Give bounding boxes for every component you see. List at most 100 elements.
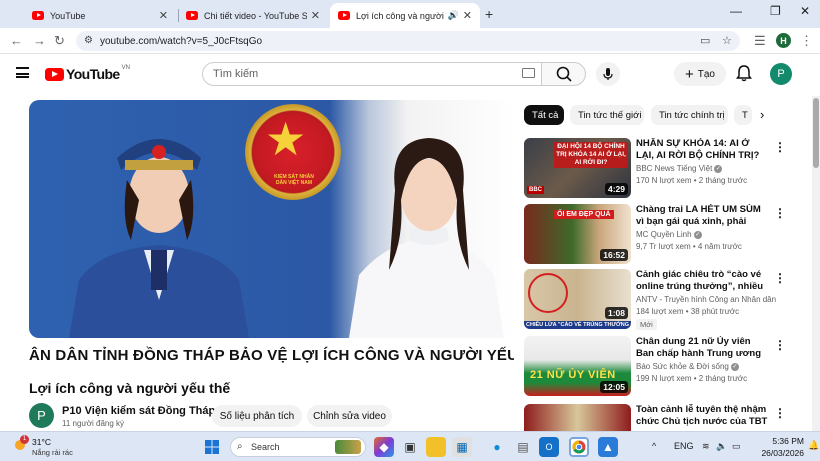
video-meta: 199 N lượt xem • 2 tháng trước bbox=[636, 374, 748, 383]
windows-taskbar: 1 31°C Nắng rải rác ⌕ Search ◆ ▣ ▦ ● ▤ O… bbox=[0, 431, 820, 461]
chip-world-news[interactable]: Tin tức thế giới bbox=[570, 105, 644, 125]
scrollbar-thumb[interactable] bbox=[813, 98, 819, 168]
close-tab-icon[interactable]: ✕ bbox=[463, 9, 472, 22]
browser-profile-avatar[interactable]: H bbox=[776, 33, 791, 48]
channel-name[interactable]: BBC News Tiếng Việt ✓ bbox=[636, 164, 776, 173]
browser-tab-studio[interactable]: Chi tiết video - YouTube Studio ✕ bbox=[178, 3, 328, 28]
upload-age: 38 phút trước bbox=[690, 307, 740, 316]
video-thumbnail[interactable]: 21 NỮ ỦY VIÊN 12:05 bbox=[524, 336, 631, 396]
minimize-icon[interactable]: — bbox=[730, 4, 742, 18]
search-input[interactable]: Tìm kiếm bbox=[202, 62, 542, 86]
search-highlight-image bbox=[335, 440, 361, 454]
channel-name[interactable]: P10 Viện kiểm sát Đồng Tháp bbox=[62, 405, 215, 417]
recommended-video[interactable]: 21 NỮ ỦY VIÊN 12:05 Chân dung 21 nữ Ủy v… bbox=[524, 336, 786, 400]
forward-icon[interactable]: → bbox=[33, 33, 46, 48]
video-title: Chàng trai LA HÉT UM SÙM vì bạn gái quá … bbox=[636, 204, 761, 227]
site-settings-icon[interactable]: ⚙ bbox=[84, 35, 93, 46]
upload-age: 4 năm trước bbox=[697, 242, 742, 251]
verified-check-icon: ✓ bbox=[693, 230, 702, 239]
video-duration: 12:05 bbox=[600, 381, 628, 393]
video-thumbnail[interactable]: ĐẠI HỘI 14 BỘ CHÍNH TRỊ KHÓA 14 AI Ở LẠI… bbox=[524, 138, 631, 198]
speaker-icon[interactable]: 🔊 bbox=[448, 10, 459, 21]
reload-icon[interactable]: ↻ bbox=[54, 33, 65, 49]
search-placeholder: Tìm kiếm bbox=[213, 68, 259, 80]
outlook-icon[interactable]: O bbox=[539, 437, 559, 457]
notifications-bell-icon[interactable] bbox=[736, 64, 752, 82]
video-thumbnail[interactable]: CHIÊU LỪA "CÀO VÉ TRÚNG THƯỞNG ONLINE" 1… bbox=[524, 269, 631, 329]
presenter-ao-dai-image bbox=[349, 138, 504, 338]
emblem-text: KIỂM SÁT NHÂN DÂN VIỆT NAM bbox=[274, 174, 314, 186]
show-hidden-icons-icon[interactable]: ^ bbox=[652, 441, 656, 451]
notifications-icon[interactable]: 🔔 bbox=[808, 440, 819, 451]
microphone-icon bbox=[603, 68, 613, 80]
battery-icon[interactable]: ▭ bbox=[732, 441, 741, 452]
edge-browser-icon[interactable]: ● bbox=[487, 437, 507, 457]
wifi-icon[interactable]: ≋ bbox=[702, 441, 710, 452]
video-meta: 170 N lượt xem • 2 tháng trước bbox=[636, 176, 748, 185]
close-window-icon[interactable]: ✕ bbox=[800, 4, 810, 18]
chrome-logo-icon bbox=[572, 440, 586, 454]
close-tab-icon[interactable]: ✕ bbox=[159, 9, 168, 22]
analytics-button[interactable]: Số liệu phân tích bbox=[212, 405, 302, 427]
account-avatar[interactable]: P bbox=[770, 63, 792, 85]
create-button[interactable]: + Tạo bbox=[674, 62, 726, 86]
clock-date[interactable]: 26/03/2026 bbox=[752, 448, 804, 458]
cast-icon[interactable]: ▭ bbox=[700, 34, 710, 47]
microsoft-store-icon[interactable]: ▦ bbox=[452, 437, 472, 457]
search-button[interactable] bbox=[542, 62, 586, 86]
task-view-icon[interactable]: ▣ bbox=[400, 437, 420, 457]
browser-tab-current-video[interactable]: Lợi ích công và người yếu thế 🔊 ✕ bbox=[330, 3, 480, 28]
volume-icon[interactable]: 🔈 bbox=[716, 441, 727, 452]
browser-tab-youtube[interactable]: YouTube ✕ bbox=[24, 3, 176, 28]
recommended-video[interactable]: Toàn cảnh lễ tuyên thệ nhậm chức Chủ tịc… bbox=[524, 404, 784, 431]
file-explorer-icon[interactable] bbox=[426, 437, 446, 457]
recommended-video[interactable]: ĐẠI HỘI 14 BỘ CHÍNH TRỊ KHÓA 14 AI Ở LẠI… bbox=[524, 138, 786, 202]
input-language[interactable]: ENG bbox=[674, 441, 694, 451]
chevron-right-icon[interactable]: › bbox=[760, 107, 764, 122]
video-player[interactable]: ★ KIỂM SÁT NHÂN DÂN VIỆT NAM bbox=[29, 100, 514, 338]
recommended-video[interactable]: CHIÊU LỪA "CÀO VÉ TRÚNG THƯỞNG ONLINE" 1… bbox=[524, 269, 786, 333]
back-icon[interactable]: ← bbox=[10, 33, 23, 48]
recommended-video[interactable]: ỐI EM ĐẸP QUÁ 16:52 Chàng trai LA HÉT UM… bbox=[524, 204, 786, 268]
more-actions-icon[interactable]: ⋮ bbox=[774, 406, 784, 420]
bookmark-star-icon[interactable]: ☆ bbox=[722, 34, 732, 47]
new-tab-icon[interactable]: + bbox=[485, 6, 493, 22]
guide-menu-icon[interactable] bbox=[16, 67, 29, 78]
clock-time[interactable]: 5:36 PM bbox=[764, 436, 804, 446]
copilot-icon[interactable]: ◆ bbox=[374, 437, 394, 457]
video-thumbnail[interactable]: ỐI EM ĐẸP QUÁ 16:52 bbox=[524, 204, 631, 264]
close-tab-icon[interactable]: ✕ bbox=[311, 9, 320, 22]
channel-name[interactable]: ANTV - Truyền hình Công an Nhân dân✓ bbox=[636, 295, 776, 304]
video-thumbnail[interactable] bbox=[524, 404, 631, 431]
more-actions-icon[interactable]: ⋮ bbox=[774, 271, 786, 285]
channel-name[interactable]: Báo Sức khỏe & Đời sống ✓ bbox=[636, 362, 776, 371]
maximize-icon[interactable]: ❐ bbox=[770, 4, 781, 18]
channel-name[interactable]: MC Quyền Linh ✓ bbox=[636, 230, 776, 239]
photos-icon[interactable]: ▲ bbox=[598, 437, 618, 457]
chip-politics-news[interactable]: Tin tức chính trị bbox=[651, 105, 728, 125]
extensions-icon[interactable]: ☰ bbox=[754, 33, 766, 49]
channel-avatar[interactable]: P bbox=[29, 403, 54, 428]
more-actions-icon[interactable]: ⋮ bbox=[774, 206, 786, 220]
plus-icon: + bbox=[685, 65, 694, 83]
app-icon[interactable]: ▤ bbox=[513, 437, 533, 457]
chip-all[interactable]: Tất cả bbox=[524, 105, 564, 125]
chrome-icon[interactable] bbox=[569, 437, 589, 457]
video-title: Chân dung 21 nữ Ủy viên Ban chấp hành Tr… bbox=[636, 336, 761, 359]
thumbnail-headline: ĐẠI HỘI 14 BỘ CHÍNH TRỊ KHÓA 14 AI Ở LẠI… bbox=[554, 142, 628, 168]
browser-menu-icon[interactable]: ⋮ bbox=[800, 33, 813, 49]
chip-truncated[interactable]: T bbox=[734, 105, 752, 125]
browser-tab-strip: YouTube ✕ Chi tiết video - YouTube Studi… bbox=[0, 0, 820, 28]
keyboard-icon[interactable] bbox=[522, 68, 535, 78]
taskbar-search-box[interactable]: ⌕ Search bbox=[230, 437, 366, 457]
browser-toolbar: ← → ↻ ⚙ youtube.com/watch?v=5_J0cFtsqGo … bbox=[0, 28, 820, 54]
more-actions-icon[interactable]: ⋮ bbox=[774, 140, 786, 154]
address-bar[interactable]: ⚙ youtube.com/watch?v=5_J0cFtsqGo ▭ ☆ bbox=[76, 31, 740, 51]
weather-alert-badge: 1 bbox=[20, 435, 29, 444]
voice-search-button[interactable] bbox=[596, 62, 620, 86]
youtube-logo[interactable]: YouTube VN bbox=[45, 65, 130, 82]
more-actions-icon[interactable]: ⋮ bbox=[774, 338, 786, 352]
edit-video-button[interactable]: Chỉnh sửa video bbox=[307, 405, 392, 427]
verified-check-icon: ✓ bbox=[730, 362, 739, 371]
windows-start-icon[interactable] bbox=[202, 437, 222, 457]
